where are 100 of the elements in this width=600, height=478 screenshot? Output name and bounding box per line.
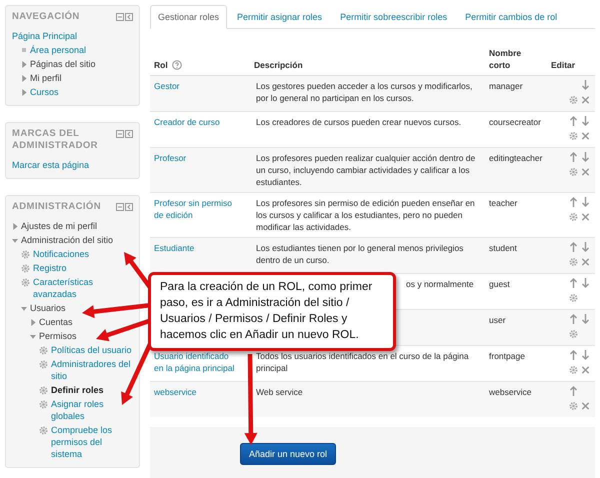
- tab[interactable]: Permitir asignar roles: [229, 5, 330, 29]
- nav-item[interactable]: Administración del sitio: [21, 234, 114, 246]
- move-up-icon[interactable]: [568, 350, 578, 360]
- settings-icon[interactable]: [568, 167, 578, 177]
- tab[interactable]: Permitir sobreescribir roles: [332, 5, 456, 29]
- delete-icon[interactable]: [580, 365, 590, 375]
- role-link[interactable]: Profesor sin permiso de edición: [154, 197, 240, 221]
- collapsed-triangle-icon[interactable]: [21, 60, 27, 68]
- nav-link[interactable]: Administradores del sitio: [51, 358, 133, 382]
- settings-icon[interactable]: [568, 401, 578, 411]
- minimize-icon[interactable]: [116, 13, 124, 21]
- nav-item[interactable]: Usuarios: [30, 302, 66, 314]
- nav-link[interactable]: Página Principal: [12, 30, 78, 42]
- settings-icon[interactable]: [568, 293, 578, 303]
- settings-icon[interactable]: [568, 257, 578, 267]
- short-name: coursecreator: [489, 117, 541, 127]
- role-description: Los creadores de cursos pueden crear nuevos cursos.: [256, 116, 462, 128]
- role-description: Todos los usuarios identificados en el curso de la página principal: [256, 350, 470, 374]
- role-description: Los profesores pueden realizar cualquier acción dentro de un curso, incluyendo cambiar actividades y calificar a los estudiantes.: [256, 152, 476, 188]
- nav-link[interactable]: Políticas del usuario: [51, 344, 132, 356]
- short-name: teacher: [489, 198, 518, 208]
- expanded-triangle-icon[interactable]: [12, 236, 18, 244]
- expanded-triangle-icon[interactable]: [21, 304, 27, 312]
- role-description: Web service: [256, 386, 304, 398]
- move-up-icon[interactable]: [568, 116, 578, 126]
- nav-item[interactable]: Ajustes de mi perfil: [21, 220, 98, 232]
- role-description: Los gestores pueden acceder a los cursos y modificarlos, por lo general no participan en los cursos.: [256, 80, 474, 104]
- delete-icon[interactable]: [580, 95, 590, 105]
- dock-icon[interactable]: [125, 13, 133, 21]
- tab[interactable]: Permitir cambios de rol: [457, 5, 566, 29]
- column-header: Descripción: [254, 60, 303, 70]
- column-header: Editar: [551, 60, 576, 70]
- delete-icon[interactable]: [580, 401, 590, 411]
- move-up-icon[interactable]: [568, 152, 578, 162]
- role-description: os y normalmente: [406, 278, 474, 290]
- minimize-icon[interactable]: [116, 130, 124, 138]
- role-description: Los estudiantes tienen por lo general menos privilegios dentro de un curso.: [256, 242, 464, 266]
- nav-link[interactable]: Notificaciones: [33, 248, 90, 260]
- collapsed-triangle-icon[interactable]: [30, 318, 36, 326]
- bullet-icon: [21, 47, 27, 53]
- column-header: Nombre corto: [489, 48, 522, 70]
- dock-icon[interactable]: [125, 130, 133, 138]
- move-up-icon[interactable]: [568, 314, 578, 324]
- settings-icon[interactable]: [568, 365, 578, 375]
- block-title: ADMINISTRACIÓN: [12, 201, 101, 213]
- nav-link[interactable]: Compruebe los permisos del sistema: [51, 424, 133, 460]
- nav-link[interactable]: Área personal: [30, 44, 86, 56]
- settings-icon[interactable]: [568, 95, 578, 105]
- role-link[interactable]: Usuario identificado en la página principal: [154, 350, 240, 374]
- move-down-icon[interactable]: [580, 242, 590, 252]
- delete-icon[interactable]: [580, 212, 590, 222]
- move-down-icon[interactable]: [580, 278, 590, 288]
- nav-link[interactable]: Cursos: [30, 86, 59, 98]
- move-down-icon[interactable]: [580, 116, 590, 126]
- help-icon[interactable]: [172, 60, 182, 70]
- move-down-icon[interactable]: [580, 314, 590, 324]
- block-title: NAVEGACIÓN: [12, 11, 80, 23]
- short-name: student: [489, 243, 517, 253]
- move-up-icon[interactable]: [568, 197, 578, 207]
- move-down-icon[interactable]: [580, 197, 590, 207]
- short-name: manager: [489, 81, 523, 91]
- column-header: Rol: [154, 60, 168, 70]
- block-title: MARCAS DEL ADMINISTRADOR: [12, 128, 99, 152]
- minimize-icon[interactable]: [116, 203, 124, 211]
- delete-icon[interactable]: [580, 167, 590, 177]
- tab[interactable]: Gestionar roles: [150, 5, 228, 29]
- settings-icon[interactable]: [568, 212, 578, 222]
- nav-link[interactable]: Definir roles: [51, 384, 104, 396]
- callout: Para la creación de un ROL, como primer paso, es ir a Administración del sitio / Usuarios / Permisos / Definir Roles y hacemos clic en Añadir un nuevo ROL.: [148, 272, 396, 351]
- collapsed-triangle-icon[interactable]: [21, 74, 27, 82]
- move-up-icon[interactable]: [568, 242, 578, 252]
- expanded-triangle-icon[interactable]: [30, 332, 36, 340]
- short-name: editingteacher: [489, 153, 542, 163]
- move-up-icon[interactable]: [568, 278, 578, 288]
- collapsed-triangle-icon[interactable]: [21, 88, 27, 96]
- move-up-icon[interactable]: [568, 386, 578, 396]
- delete-icon[interactable]: [580, 131, 590, 141]
- settings-icon[interactable]: [568, 329, 578, 339]
- nav-item[interactable]: Permisos: [39, 330, 77, 342]
- collapsed-triangle-icon[interactable]: [12, 222, 18, 230]
- gear-icon: [39, 426, 48, 434]
- nav-item[interactable]: Cuentas: [39, 316, 73, 328]
- nav-link[interactable]: Registro: [33, 262, 67, 274]
- short-name: user: [489, 315, 506, 325]
- nav-link[interactable]: Asignar roles globales: [51, 398, 133, 422]
- move-down-icon[interactable]: [580, 80, 590, 90]
- nav-link[interactable]: Características avanzadas: [33, 276, 133, 300]
- nav-item[interactable]: Mi perfil: [30, 72, 62, 84]
- move-down-icon[interactable]: [580, 350, 590, 360]
- short-name: webservice: [489, 387, 532, 397]
- dock-icon[interactable]: [125, 203, 133, 211]
- settings-icon[interactable]: [568, 131, 578, 141]
- role-link[interactable]: Creador de curso: [154, 116, 240, 128]
- nav-item[interactable]: Páginas del sitio: [30, 58, 96, 70]
- role-description: Los profesores sin permiso de edición pueden enseñar en los cursos y calificar a los estudiantes, pero no pueden modificar las actividades.: [256, 197, 476, 233]
- nav-link[interactable]: Marcar esta página: [12, 159, 90, 171]
- add-role-button[interactable]: Añadir un nuevo rol: [240, 443, 336, 465]
- delete-icon[interactable]: [580, 257, 590, 267]
- short-name: guest: [489, 279, 510, 289]
- move-down-icon[interactable]: [580, 152, 590, 162]
